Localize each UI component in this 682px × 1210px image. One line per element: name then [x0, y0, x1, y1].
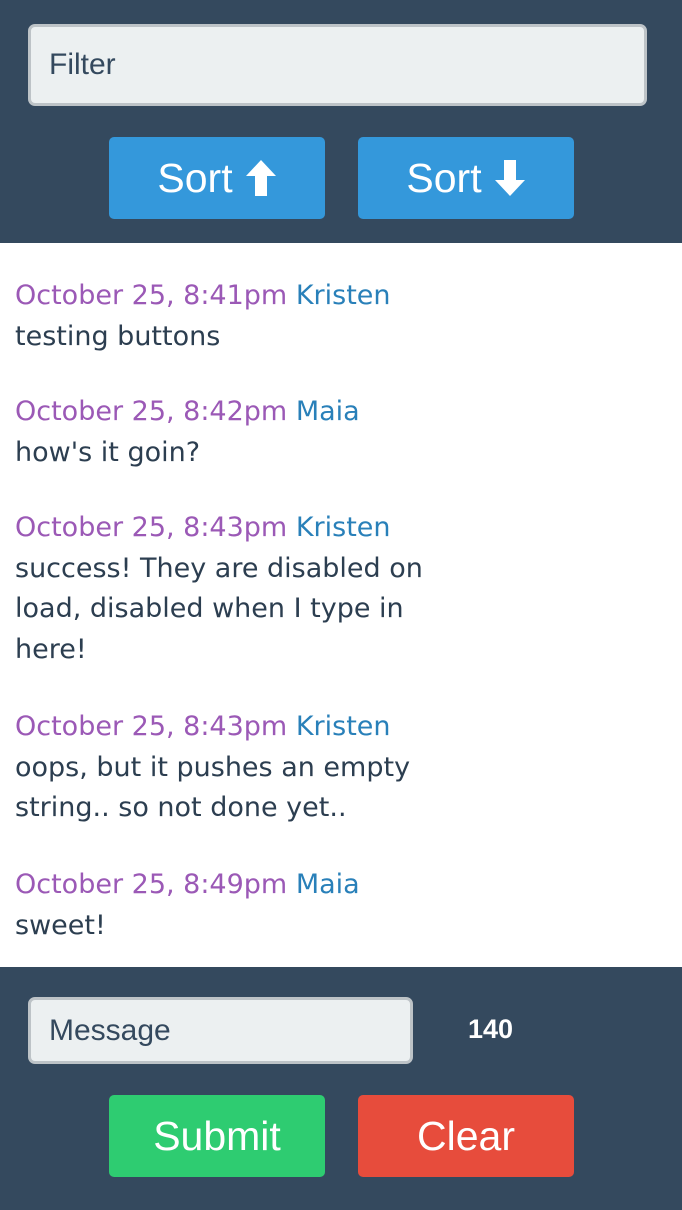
message-item: October 25, 8:43pm Kristen success! They…: [15, 508, 435, 670]
message-author: Kristen: [295, 711, 391, 742]
arrow-down-icon: [494, 160, 525, 196]
message-text: success! They are disabled on load, disa…: [15, 552, 423, 665]
arrow-up-icon: [245, 160, 276, 196]
message-author: Kristen: [295, 512, 391, 543]
sort-descending-label: Sort: [406, 154, 482, 201]
sort-ascending-button[interactable]: Sort: [109, 137, 325, 219]
message-item: October 25, 8:49pm Maia sweet!: [15, 865, 435, 946]
character-counter: 140: [468, 1014, 514, 1044]
message-item: October 25, 8:43pm Kristen oops, but it …: [15, 707, 435, 829]
sort-descending-button[interactable]: Sort: [358, 137, 574, 219]
message-timestamp: October 25, 8:43pm: [15, 512, 288, 543]
message-author: Maia: [295, 869, 360, 900]
message-text: sweet!: [15, 909, 106, 941]
message-timestamp: October 25, 8:41pm: [15, 280, 288, 311]
message-text: testing buttons: [15, 320, 221, 352]
message-item: October 25, 8:42pm Maia how's it goin?: [15, 392, 435, 473]
message-text: oops, but it pushes an empty string.. so…: [15, 751, 411, 824]
submit-button[interactable]: Submit: [109, 1095, 325, 1177]
message-feed: October 25, 8:41pm Kristen testing butto…: [0, 243, 682, 967]
composer-bar: 140 Submit Clear: [0, 967, 682, 1210]
filter-input[interactable]: [28, 24, 647, 106]
message-item: October 25, 8:41pm Kristen testing butto…: [15, 276, 435, 357]
message-timestamp: October 25, 8:43pm: [15, 711, 288, 742]
message-author: Maia: [295, 396, 360, 427]
message-text: how's it goin?: [15, 436, 201, 468]
sort-ascending-label: Sort: [157, 154, 233, 201]
message-timestamp: October 25, 8:42pm: [15, 396, 288, 427]
message-author: Kristen: [295, 280, 391, 311]
message-timestamp: October 25, 8:49pm: [15, 869, 288, 900]
top-toolbar: Sort Sort: [0, 0, 682, 243]
clear-button[interactable]: Clear: [358, 1095, 574, 1177]
message-input[interactable]: [28, 997, 413, 1064]
